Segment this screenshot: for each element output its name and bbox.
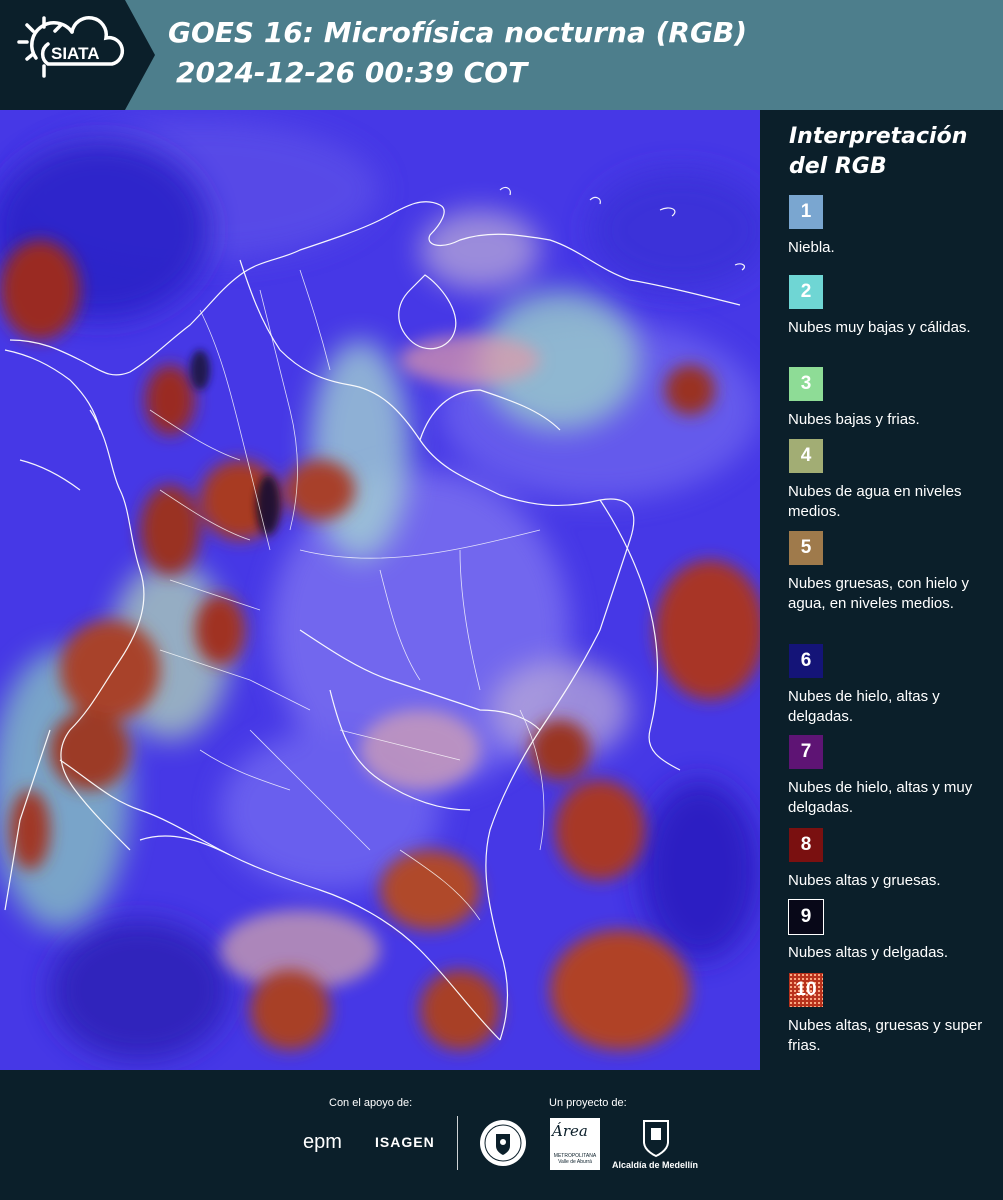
legend-swatch-9: 9 xyxy=(788,899,824,935)
legend-text-9: Nubes altas y delgadas. xyxy=(788,944,949,961)
legend-swatch-3: 3 xyxy=(788,366,824,402)
legend-item-2: 2 Nubes muy bajas y cálidas. xyxy=(788,274,998,338)
legend-title-line1: Interpretación xyxy=(789,124,968,149)
legend-swatch-7: 7 xyxy=(788,734,824,770)
footer: Con el apoyo de: Un proyecto de: epm ISA… xyxy=(0,1070,1003,1200)
header-arrow xyxy=(125,0,155,110)
siata-logo-block: SIATA xyxy=(0,0,125,110)
medellin-seal-icon xyxy=(480,1120,526,1166)
legend-text-5: Nubes gruesas, con hielo y agua, en nive… xyxy=(788,575,969,612)
support-label: Con el apoyo de: xyxy=(329,1097,413,1109)
satellite-map xyxy=(0,110,760,1070)
legend-item-6: 6 Nubes de hielo, altas y delgadas. xyxy=(788,643,998,727)
siata-logo: SIATA xyxy=(17,15,125,78)
footer-divider xyxy=(457,1116,458,1170)
legend-text-10: Nubes altas, gruesas y super frias. xyxy=(788,1017,983,1054)
legend-text-3: Nubes bajas y frias. xyxy=(788,411,920,428)
area-logo-text: Área xyxy=(552,1122,588,1140)
legend-item-7: 7 Nubes de hielo, altas y muy delgadas. xyxy=(788,734,998,818)
header: SIATA GOES 16: Microfísica nocturna (RGB… xyxy=(0,0,1003,110)
legend-item-1: 1 Niebla. xyxy=(788,194,998,258)
legend-text-7: Nubes de hielo, altas y muy delgadas. xyxy=(788,779,973,816)
legend-text-6: Nubes de hielo, altas y delgadas. xyxy=(788,688,940,725)
area-logo-subtext: METROPOLITANA Valle de Aburrá xyxy=(553,1153,597,1165)
isagen-logo: ISAGEN xyxy=(375,1134,435,1150)
legend-text-4: Nubes de agua en niveles medios. xyxy=(788,483,962,520)
legend-swatch-8: 8 xyxy=(788,827,824,863)
alcaldia-text: Alcaldía de Medellín xyxy=(612,1160,699,1170)
legend-text-8: Nubes altas y gruesas. xyxy=(788,872,941,889)
alcaldia-shield-icon xyxy=(643,1120,669,1158)
legend-item-3: 3 Nubes bajas y frias. xyxy=(788,366,998,430)
legend-panel: Interpretación del RGB 1 Niebla. 2 Nubes… xyxy=(760,110,1003,1070)
legend-swatch-6: 6 xyxy=(788,643,824,679)
satellite-image xyxy=(0,110,760,1070)
siata-logo-text: SIATA xyxy=(51,44,99,63)
project-label: Un proyecto de: xyxy=(549,1097,627,1109)
page-title: GOES 16: Microfísica nocturna (RGB) xyxy=(168,16,748,49)
legend-title: Interpretación del RGB xyxy=(789,122,967,182)
legend-item-10: 10 Nubes altas, gruesas y super frias. xyxy=(788,972,998,1056)
legend-title-line2: del RGB xyxy=(789,154,887,179)
legend-swatch-5: 5 xyxy=(788,530,824,566)
legend-item-5: 5 Nubes gruesas, con hielo y agua, en ni… xyxy=(788,530,998,614)
legend-item-4: 4 Nubes de agua en niveles medios. xyxy=(788,438,998,522)
legend-text-1: Niebla. xyxy=(788,239,835,256)
legend-swatch-1: 1 xyxy=(788,194,824,230)
epm-logo: epm xyxy=(303,1131,342,1153)
legend-swatch-4: 4 xyxy=(788,438,824,474)
legend-swatch-10: 10 xyxy=(788,972,824,1008)
timestamp: 2024-12-26 00:39 COT xyxy=(176,56,528,89)
legend-text-2: Nubes muy bajas y cálidas. xyxy=(788,319,971,336)
legend-item-9: 9 Nubes altas y delgadas. xyxy=(788,899,998,963)
legend-swatch-2: 2 xyxy=(788,274,824,310)
legend-item-8: 8 Nubes altas y gruesas. xyxy=(788,827,998,891)
